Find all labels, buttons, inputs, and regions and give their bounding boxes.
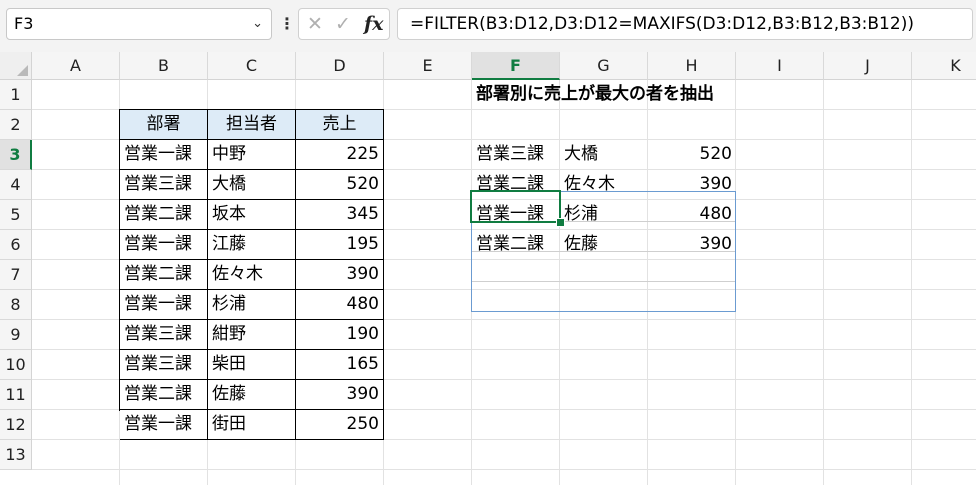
- result-sales-cell[interactable]: 520: [648, 140, 736, 170]
- sales-cell[interactable]: 390: [296, 260, 384, 290]
- more-options-icon[interactable]: ⋮: [279, 10, 295, 38]
- column-header-e[interactable]: E: [384, 52, 472, 80]
- person-cell[interactable]: 坂本: [208, 200, 296, 230]
- person-cell[interactable]: 大橋: [208, 170, 296, 200]
- result-sales-cell[interactable]: 390: [648, 230, 736, 260]
- sales-cell[interactable]: 195: [296, 230, 384, 260]
- sales-cell[interactable]: 165: [296, 350, 384, 380]
- cancel-icon[interactable]: ✕: [307, 9, 323, 39]
- column-header-g[interactable]: G: [560, 52, 648, 80]
- fill-handle[interactable]: [556, 218, 565, 227]
- name-box[interactable]: F3 ⌄: [6, 8, 272, 40]
- enter-icon[interactable]: ✓: [335, 9, 351, 39]
- formula-buttons: ✕ ✓ fx: [298, 8, 390, 40]
- row-header-3[interactable]: 3: [0, 140, 32, 170]
- sales-cell[interactable]: 480: [296, 290, 384, 320]
- department-cell[interactable]: 営業三課: [120, 350, 208, 380]
- result-sales-cell[interactable]: 390: [648, 170, 736, 200]
- row-header-12[interactable]: 12: [0, 410, 32, 440]
- department-cell[interactable]: 営業二課: [120, 260, 208, 290]
- sales-cell[interactable]: 345: [296, 200, 384, 230]
- department-cell[interactable]: 営業三課: [120, 320, 208, 350]
- row-header-7[interactable]: 7: [0, 260, 32, 290]
- person-cell[interactable]: 柴田: [208, 350, 296, 380]
- result-title[interactable]: 部署別に売上が最大の者を抽出: [472, 80, 824, 110]
- sales-cell[interactable]: 225: [296, 140, 384, 170]
- sales-cell[interactable]: 390: [296, 380, 384, 410]
- column-header-a[interactable]: A: [32, 52, 120, 80]
- column-header-d[interactable]: D: [296, 52, 384, 80]
- row-header-10[interactable]: 10: [0, 350, 32, 380]
- result-department-cell[interactable]: 営業三課: [472, 140, 560, 170]
- column-header-i[interactable]: I: [736, 52, 824, 80]
- department-cell[interactable]: 営業三課: [120, 170, 208, 200]
- department-cell[interactable]: 営業二課: [120, 380, 208, 410]
- insert-function-icon[interactable]: fx: [364, 9, 384, 39]
- column-header-f[interactable]: F: [472, 52, 560, 80]
- column-header-b[interactable]: B: [120, 52, 208, 80]
- person-cell[interactable]: 中野: [208, 140, 296, 170]
- source-table-header[interactable]: 部署: [120, 110, 208, 140]
- department-cell[interactable]: 営業二課: [120, 200, 208, 230]
- person-cell[interactable]: 佐藤: [208, 380, 296, 410]
- result-sales-cell[interactable]: 480: [648, 200, 736, 230]
- source-table-header[interactable]: 担当者: [208, 110, 296, 140]
- sales-cell[interactable]: 250: [296, 410, 384, 440]
- column-header-c[interactable]: C: [208, 52, 296, 80]
- row-header-1[interactable]: 1: [0, 80, 32, 110]
- person-cell[interactable]: 江藤: [208, 230, 296, 260]
- formula-bar-area: F3 ⌄ ⋮ ✕ ✓ fx =FILTER(B3:D12,D3:D12=MAXI…: [0, 0, 976, 53]
- row-header-8[interactable]: 8: [0, 290, 32, 320]
- row-header-11[interactable]: 11: [0, 380, 32, 410]
- active-cell-outline: [470, 190, 561, 223]
- result-person-cell[interactable]: 大橋: [560, 140, 648, 170]
- sales-cell[interactable]: 520: [296, 170, 384, 200]
- formula-input[interactable]: =FILTER(B3:D12,D3:D12=MAXIFS(D3:D12,B3:B…: [397, 8, 973, 40]
- department-cell[interactable]: 営業一課: [120, 230, 208, 260]
- person-cell[interactable]: 街田: [208, 410, 296, 440]
- row-header-2[interactable]: 2: [0, 110, 32, 140]
- department-cell[interactable]: 営業一課: [120, 290, 208, 320]
- sales-cell[interactable]: 190: [296, 320, 384, 350]
- department-cell[interactable]: 営業一課: [120, 140, 208, 170]
- department-cell[interactable]: 営業一課: [120, 410, 208, 440]
- column-header-k[interactable]: K: [912, 52, 976, 80]
- name-box-value: F3: [14, 14, 34, 33]
- column-header-h[interactable]: H: [648, 52, 736, 80]
- person-cell[interactable]: 紺野: [208, 320, 296, 350]
- select-all-button[interactable]: [0, 52, 32, 80]
- row-header-13[interactable]: 13: [0, 440, 32, 470]
- result-person-cell[interactable]: 佐々木: [560, 170, 648, 200]
- chevron-down-icon[interactable]: ⌄: [252, 9, 263, 39]
- row-header-5[interactable]: 5: [0, 200, 32, 230]
- person-cell[interactable]: 杉浦: [208, 290, 296, 320]
- worksheet-grid: ABCDEFGHIJK 1 2 3 4 5 6 7 8 9 10 11 12 13 部署 担当者 売上 営業一…: [0, 52, 976, 485]
- source-table-header[interactable]: 売上: [296, 110, 384, 140]
- result-person-cell[interactable]: 杉浦: [560, 200, 648, 230]
- row-header-4[interactable]: 4: [0, 170, 32, 200]
- result-person-cell[interactable]: 佐藤: [560, 230, 648, 260]
- person-cell[interactable]: 佐々木: [208, 260, 296, 290]
- row-header-9[interactable]: 9: [0, 320, 32, 350]
- row-header-6[interactable]: 6: [0, 230, 32, 260]
- result-department-cell[interactable]: 営業二課: [472, 230, 560, 260]
- column-header-j[interactable]: J: [824, 52, 912, 80]
